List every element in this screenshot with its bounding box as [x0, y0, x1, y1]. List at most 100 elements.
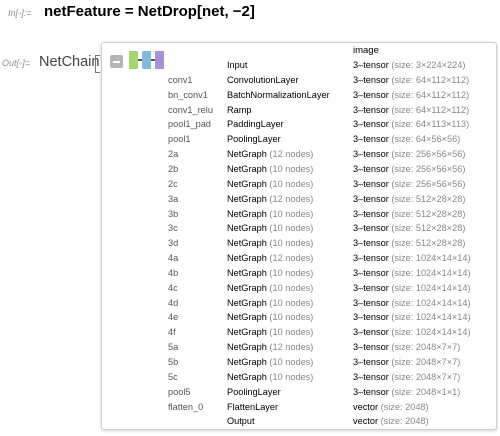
- tensor-size: (size: 2048×1×1): [391, 386, 461, 397]
- layer-row: bn_conv1 BatchNormalizationLayer 3–tensor …: [102, 90, 496, 104]
- layer-name: pool1: [168, 134, 191, 145]
- layer-type: NetGraph (12 nodes): [227, 253, 313, 263]
- layer-type-label: Input: [227, 60, 248, 70]
- layer-row: 4f NetGraph (10 nodes) 3–tensor (size: 102…: [102, 327, 496, 341]
- layer-row: 4e NetGraph (10 nodes) 3–tensor (size: 102…: [102, 312, 496, 326]
- tensor-size: (size: 64×112×112): [391, 74, 470, 85]
- layer-row: 3a NetGraph (12 nodes) 3–tensor (size: 512…: [102, 194, 496, 208]
- tensor-size: (size: 64×56×56): [391, 134, 461, 145]
- tensor-size: (size: 512×28×28): [391, 223, 466, 234]
- tensor-size: (size: 2048): [380, 401, 429, 412]
- layer-name: pool5: [168, 386, 191, 397]
- layer-type-label: NetGraph: [227, 312, 267, 323]
- layer-name: 2c: [168, 178, 178, 189]
- output-shape: 3–tensor (size: 3×224×224): [353, 60, 465, 70]
- output-shape: 3–tensor (size: 512×28×28): [353, 223, 465, 233]
- layer-type-label: PoolingLayer: [227, 386, 281, 397]
- layer-row: Output vector (size: 2048): [102, 416, 496, 430]
- layer-row: conv1 ConvolutionLayer 3–tensor (size: 64×…: [102, 75, 496, 89]
- output-shape: vector (size: 2048): [353, 402, 429, 412]
- tensor-kind: 3–tensor: [353, 74, 389, 85]
- output-shape: 3–tensor (size: 512×28×28): [353, 238, 465, 248]
- tensor-size: (size: 2048×7×7): [391, 357, 461, 367]
- layer-row: 3c NetGraph (10 nodes) 3–tensor (size: 512…: [102, 223, 496, 237]
- layer-type: Ramp: [227, 105, 252, 115]
- layer-type: NetGraph (10 nodes): [227, 283, 313, 293]
- layer-name: 4a: [168, 253, 179, 264]
- tensor-kind: 3–tensor: [353, 60, 389, 70]
- layer-name: 4b: [168, 267, 179, 278]
- layer-name: 3a: [168, 193, 179, 204]
- output-shape: 3–tensor (size: 1024×14×14): [353, 298, 471, 308]
- layer-type: NetGraph (10 nodes): [227, 312, 313, 322]
- tensor-kind: 3–tensor: [353, 371, 389, 382]
- output-shape: 3–tensor (size: 2048×7×7): [353, 357, 460, 367]
- output-shape: 3–tensor (size: 1024×14×14): [353, 268, 471, 278]
- output-shape: 3–tensor (size: 1024×14×14): [353, 327, 471, 337]
- node-count: (10 nodes): [269, 282, 314, 293]
- tensor-kind: 3–tensor: [353, 297, 389, 308]
- node-count: (10 nodes): [269, 297, 314, 308]
- layer-type-label: PaddingLayer: [227, 119, 284, 130]
- layer-type-label: Ramp: [227, 104, 252, 115]
- node-count: (10 nodes): [269, 312, 314, 323]
- tensor-size: (size: 1024×14×14): [391, 253, 471, 264]
- tensor-kind: 3–tensor: [353, 386, 389, 397]
- output-shape: 3–tensor (size: 64×113×113): [353, 119, 469, 129]
- layer-row: pool1_pad PaddingLayer 3–tensor (size: 64×…: [102, 119, 496, 133]
- layer-type-label: PoolingLayer: [227, 134, 281, 145]
- layer-row: 2c NetGraph (10 nodes) 3–tensor (size: 256…: [102, 179, 496, 193]
- tensor-kind: 3–tensor: [353, 89, 389, 100]
- output-shape: 3–tensor (size: 64×56×56): [353, 134, 460, 144]
- layer-type-label: NetGraph: [227, 327, 267, 338]
- layer-type: NetGraph (10 nodes): [227, 179, 313, 189]
- layer-type: ConvolutionLayer: [227, 75, 299, 85]
- layer-type-label: Output: [227, 416, 255, 427]
- layer-type-label: NetGraph: [227, 178, 267, 189]
- tensor-size: (size: 1024×14×14): [391, 267, 471, 278]
- layer-type: NetGraph (10 nodes): [227, 238, 313, 248]
- input-cell-label: In[◦]:=: [8, 8, 32, 18]
- layer-type-label: BatchNormalizationLayer: [227, 89, 330, 100]
- layer-type: PaddingLayer: [227, 119, 284, 129]
- tensor-kind: 3–tensor: [353, 193, 389, 204]
- node-count: (10 nodes): [269, 178, 314, 189]
- output-shape: 3–tensor (size: 64×112×112): [353, 90, 469, 100]
- output-shape: 3–tensor (size: 512×28×28): [353, 209, 465, 219]
- tensor-kind: 3–tensor: [353, 327, 389, 338]
- output-shape: 3–tensor (size: 1024×14×14): [353, 253, 471, 263]
- layer-type: FlattenLayer: [227, 402, 278, 412]
- layer-type: NetGraph (10 nodes): [227, 357, 313, 367]
- tensor-size: (size: 1024×14×14): [391, 297, 471, 308]
- layer-row: 5a NetGraph (12 nodes) 3–tensor (size: 204…: [102, 342, 496, 356]
- layer-name: 4c: [168, 282, 178, 293]
- tensor-size: (size: 64×113×113): [391, 119, 470, 130]
- tensor-size: (size: 512×28×28): [391, 208, 466, 219]
- node-count: (12 nodes): [269, 342, 314, 353]
- port-column-header: image: [353, 45, 379, 56]
- node-count: (10 nodes): [269, 327, 314, 338]
- tensor-kind: 3–tensor: [353, 253, 389, 264]
- layer-type: PoolingLayer: [227, 134, 281, 144]
- layer-name: 5c: [168, 371, 178, 382]
- output-shape: 3–tensor (size: 256×56×56): [353, 164, 465, 174]
- tensor-kind: 3–tensor: [353, 238, 389, 249]
- layer-row: 4c NetGraph (10 nodes) 3–tensor (size: 102…: [102, 283, 496, 297]
- layer-type: NetGraph (12 nodes): [227, 149, 313, 159]
- output-cell-label: Out[◦]=: [2, 58, 30, 68]
- layer-name: 3b: [168, 208, 179, 219]
- input-expression[interactable]: netFeature = NetDrop[net, −2]: [44, 3, 255, 20]
- tensor-size: (size: 256×56×56): [391, 149, 466, 160]
- tensor-kind: 3–tensor: [353, 223, 389, 234]
- layer-type: Input: [227, 60, 247, 70]
- output-shape: 3–tensor (size: 256×56×56): [353, 179, 465, 189]
- layer-row: 3b NetGraph (10 nodes) 3–tensor (size: 512…: [102, 209, 496, 223]
- layer-type: PoolingLayer: [227, 387, 281, 397]
- output-shape: 3–tensor (size: 2048×1×1): [353, 387, 460, 397]
- layer-row: flatten_0 FlattenLayer vector (size: 2048): [102, 402, 496, 416]
- layer-type: NetGraph (10 nodes): [227, 372, 313, 382]
- layer-type: NetGraph (10 nodes): [227, 298, 313, 308]
- layer-type-label: NetGraph: [227, 267, 267, 278]
- tensor-size: (size: 3×224×224): [391, 60, 466, 70]
- layer-type: NetGraph (12 nodes): [227, 342, 313, 352]
